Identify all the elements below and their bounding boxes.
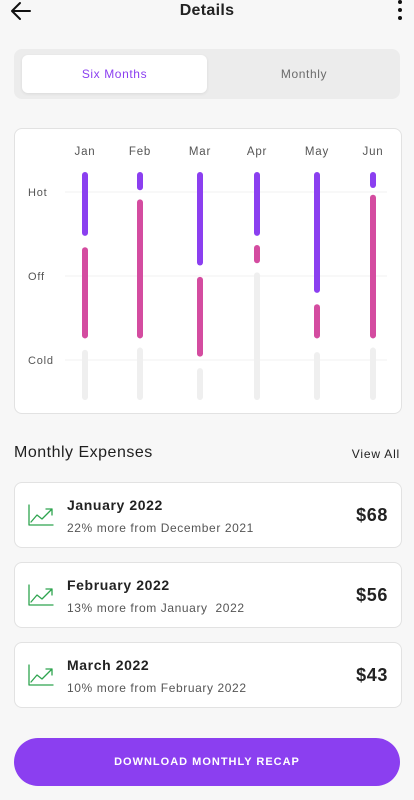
expense-card-january[interactable]: January 2022 22% more from December 2021… [14, 482, 402, 548]
bar-segment-off [314, 304, 320, 339]
expense-card-march[interactable]: March 2022 10% more from February 2022 $… [14, 642, 402, 708]
expense-comparison: 13% more from January 2022 [67, 601, 245, 615]
x-tick-label: Mar [189, 146, 211, 158]
bar-segment-off [254, 244, 260, 264]
trending-up-icon [28, 584, 54, 606]
page-title: Details [179, 2, 235, 19]
section-title-monthly-expenses: Monthly Expenses [14, 444, 153, 461]
expense-month: March 2022 [67, 657, 150, 673]
top-bar: Details [0, 0, 414, 24]
expense-month: February 2022 [67, 577, 170, 593]
expense-month: January 2022 [67, 497, 163, 513]
bar-segment-cold [254, 272, 260, 400]
trending-up-icon [28, 664, 54, 686]
y-level-label: Hot [28, 187, 48, 199]
tab-six-months[interactable]: Six Months [22, 55, 207, 93]
y-level-label: Cold [28, 355, 54, 367]
x-tick-label: Jun [363, 146, 384, 158]
bar-segment-hot [314, 172, 320, 293]
x-tick-label: Apr [247, 146, 267, 158]
expense-amount: $43 [356, 665, 388, 685]
period-segmented-control: Six Months Monthly [14, 49, 400, 99]
y-level-label: Off [28, 271, 45, 283]
bar-segment-hot [370, 172, 376, 188]
temperature-chart: Hot Off Cold Jan Feb Mar Apr May Jun [14, 128, 402, 414]
x-tick-label: May [305, 146, 329, 158]
bar-segment-cold [370, 347, 376, 400]
bar-segment-cold [197, 368, 203, 400]
bar-segment-off [197, 276, 203, 357]
bar-segment-hot [254, 172, 260, 236]
download-monthly-recap-button[interactable]: DOWNLOAD MONTHLY RECAP [14, 738, 400, 786]
view-all-link[interactable]: View All [352, 447, 400, 461]
expense-comparison: 22% more from December 2021 [67, 521, 254, 535]
more-vertical-icon[interactable] [395, 0, 405, 20]
trending-up-icon [28, 504, 54, 526]
x-tick-label: Jan [75, 146, 96, 158]
expense-comparison: 10% more from February 2022 [67, 681, 247, 695]
bar-segment-cold [314, 352, 320, 400]
bar-segment-cold [137, 347, 143, 400]
bar-segment-hot [82, 172, 88, 236]
bar-segment-hot [197, 172, 203, 266]
bar-segment-off [82, 247, 88, 339]
x-tick-label: Feb [129, 146, 151, 158]
expense-amount: $56 [356, 585, 388, 605]
bar-segment-hot [137, 172, 143, 191]
expense-amount: $68 [356, 505, 388, 525]
bar-segment-off [370, 194, 376, 339]
expense-card-february[interactable]: February 2022 13% more from January 2022… [14, 562, 402, 628]
tab-monthly[interactable]: Monthly [214, 55, 394, 93]
chart-canvas: Hot Off Cold Jan Feb Mar Apr May Jun [28, 146, 387, 400]
bar-segment-cold [82, 349, 88, 400]
bar-segment-off [137, 199, 143, 339]
